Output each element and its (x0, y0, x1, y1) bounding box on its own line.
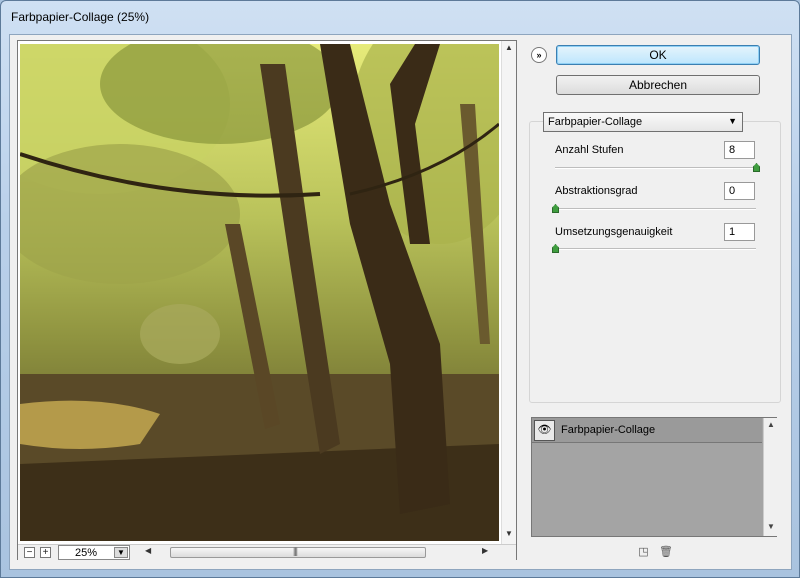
ok-button[interactable]: OK (556, 45, 760, 65)
layer-row[interactable]: 👁 Farbpapier-Collage (532, 418, 762, 443)
forest-image (20, 44, 499, 541)
param-input-genauigkeit[interactable]: 1 (724, 223, 755, 241)
param-label-genauigkeit: Umsetzungsgenauigkeit (555, 226, 673, 238)
eye-icon[interactable]: 👁 (534, 420, 555, 441)
title-bar[interactable]: Farbpapier-Collage (25%) (1, 1, 799, 35)
dialog-client: ▲ ▼ − + 25% ▼ ◀ ||| ▶ » OK Abbrechen Far… (9, 34, 792, 570)
param-input-abstraktion[interactable]: 0 (724, 182, 755, 200)
zoom-out-button[interactable]: − (24, 547, 35, 558)
slider-track-stufen[interactable] (555, 167, 756, 169)
window-title: Farbpapier-Collage (25%) (11, 10, 150, 24)
scroll-grip-icon: ||| (293, 546, 298, 556)
layers-scrollbar[interactable]: ▲ ▼ (763, 418, 777, 536)
scroll-down-arrow-icon[interactable]: ▼ (505, 529, 513, 538)
scroll-up-arrow-icon[interactable]: ▲ (505, 43, 513, 52)
slider-track-genauigkeit[interactable] (555, 248, 756, 250)
filter-settings-panel (529, 121, 781, 403)
collapse-toggle-button[interactable]: » (531, 47, 547, 63)
param-input-stufen[interactable]: 8 (724, 141, 755, 159)
dialog-window: Farbpapier-Collage (25%) ▲ ▼ − + 25% ▼ ◀… (0, 0, 800, 578)
preview-vertical-scrollbar[interactable]: ▲ ▼ (501, 41, 516, 544)
effect-layers-list: 👁 Farbpapier-Collage ▲ ▼ (531, 417, 777, 537)
param-label-abstraktion: Abstraktionsgrad (555, 185, 638, 197)
chevron-down-icon[interactable]: ▼ (114, 547, 128, 558)
chevron-down-icon: ▼ (728, 116, 737, 126)
param-label-stufen: Anzahl Stufen (555, 144, 624, 156)
preview-horizontal-scrollbar[interactable]: ◀ ||| ▶ (140, 545, 495, 560)
zoom-select[interactable]: 25% ▼ (58, 545, 130, 560)
filter-select[interactable]: Farbpapier-Collage ▼ (543, 112, 743, 132)
scroll-up-arrow-icon[interactable]: ▲ (767, 420, 775, 429)
zoom-value: 25% (75, 547, 98, 559)
zoom-in-button[interactable]: + (40, 547, 51, 558)
slider-track-abstraktion[interactable] (555, 208, 756, 210)
scroll-left-arrow-icon[interactable]: ◀ (145, 546, 151, 555)
cancel-button[interactable]: Abbrechen (556, 75, 760, 95)
scroll-right-arrow-icon[interactable]: ▶ (482, 546, 488, 555)
filter-select-value: Farbpapier-Collage (548, 116, 643, 128)
new-layer-icon[interactable]: ◳ (637, 546, 650, 559)
preview-image[interactable] (20, 44, 499, 541)
layer-name: Farbpapier-Collage (561, 424, 656, 436)
scroll-down-arrow-icon[interactable]: ▼ (767, 522, 775, 531)
trash-icon[interactable]: 🗑 (659, 546, 673, 559)
preview-pane: ▲ ▼ − + 25% ▼ ◀ ||| ▶ (17, 40, 517, 560)
horizontal-scroll-thumb[interactable]: ||| (170, 546, 426, 558)
preview-toolbar: − + 25% ▼ ◀ ||| ▶ (18, 544, 516, 560)
